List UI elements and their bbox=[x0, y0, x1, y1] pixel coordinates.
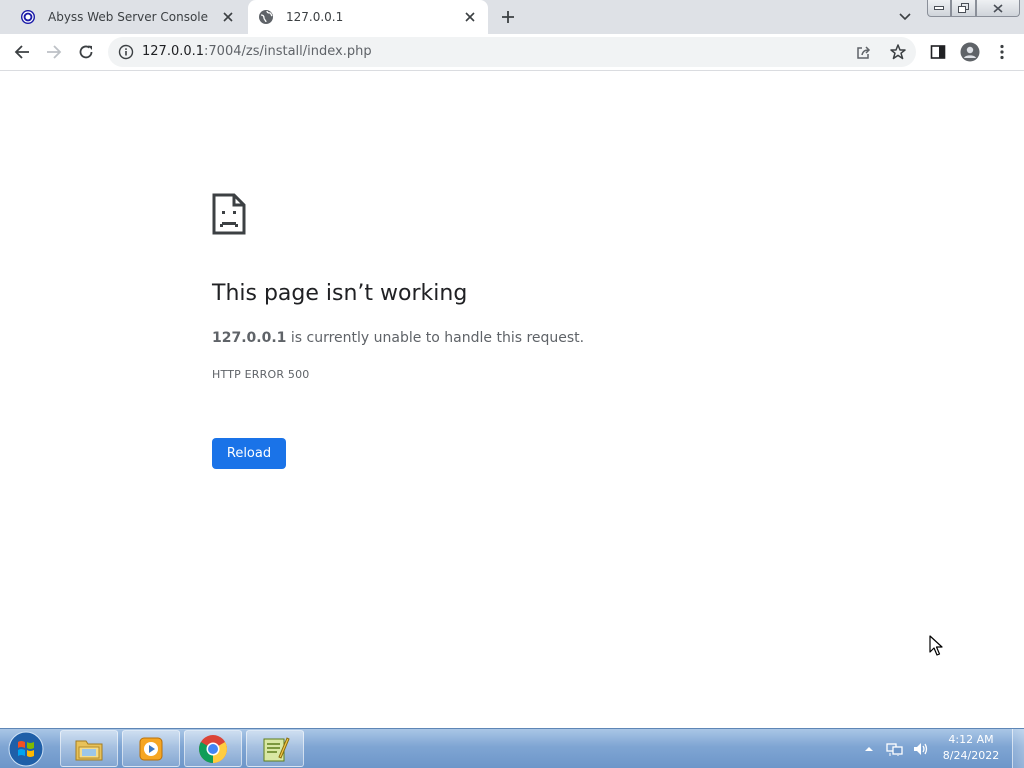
minimize-button[interactable] bbox=[927, 0, 951, 17]
taskbar-file-explorer[interactable] bbox=[60, 730, 118, 767]
kebab-menu-icon bbox=[1000, 44, 1004, 60]
tab-search-button[interactable] bbox=[895, 8, 915, 26]
new-tab-button[interactable] bbox=[498, 7, 518, 27]
side-panel-icon bbox=[930, 45, 946, 59]
error-description: 127.0.0.1 is currently unable to handle … bbox=[212, 330, 584, 346]
forward-arrow-icon bbox=[47, 45, 62, 59]
taskbar-notepad-plus-plus[interactable] bbox=[246, 730, 304, 767]
taskbar: 4:12 AM 8/24/2022 bbox=[0, 728, 1024, 768]
error-title: This page isn’t working bbox=[212, 281, 468, 306]
back-arrow-icon bbox=[14, 45, 29, 59]
close-window-button[interactable] bbox=[976, 0, 1020, 17]
start-button[interactable] bbox=[6, 730, 46, 768]
clock-time: 4:12 AM bbox=[948, 733, 994, 746]
system-tray bbox=[864, 735, 930, 763]
media-player-icon bbox=[139, 737, 163, 760]
windows-logo-icon bbox=[8, 731, 44, 767]
error-code: HTTP ERROR 500 bbox=[212, 368, 310, 381]
page-content: This page isn’t working 127.0.0.1 is cur… bbox=[0, 71, 1024, 728]
globe-icon bbox=[258, 9, 274, 25]
restore-button[interactable] bbox=[951, 0, 976, 17]
share-icon[interactable] bbox=[856, 44, 872, 64]
clock-date: 8/24/2022 bbox=[942, 749, 1000, 762]
back-button[interactable] bbox=[8, 38, 36, 66]
file-explorer-icon bbox=[75, 740, 103, 760]
notepad-plus-plus-icon bbox=[263, 736, 290, 761]
profile-button[interactable] bbox=[956, 38, 984, 66]
network-icon[interactable] bbox=[886, 741, 904, 757]
error-message: is currently unable to handle this reque… bbox=[290, 330, 585, 346]
tab-title: 127.0.0.1 bbox=[286, 10, 344, 24]
taskbar-media-player[interactable] bbox=[122, 730, 180, 767]
error-host: 127.0.0.1 bbox=[212, 330, 287, 346]
url-path: :7004/zs/install/index.php bbox=[204, 44, 372, 59]
reload-toolbar-button[interactable] bbox=[72, 38, 100, 66]
profile-avatar-icon bbox=[960, 42, 980, 62]
side-panel-button[interactable] bbox=[924, 38, 952, 66]
close-tab-icon[interactable] bbox=[220, 9, 236, 25]
volume-icon[interactable] bbox=[912, 741, 930, 757]
bookmark-star-icon[interactable] bbox=[889, 43, 907, 65]
address-bar[interactable]: 127.0.0.1:7004/zs/install/index.php bbox=[108, 37, 916, 67]
close-tab-icon[interactable] bbox=[462, 9, 478, 25]
tab-localhost[interactable]: 127.0.0.1 bbox=[248, 0, 488, 34]
broken-page-icon bbox=[212, 193, 246, 239]
refresh-icon bbox=[79, 45, 93, 59]
abyss-icon bbox=[20, 9, 36, 25]
show-hidden-icons-icon[interactable] bbox=[864, 745, 874, 753]
browser-toolbar: 127.0.0.1:7004/zs/install/index.php bbox=[0, 34, 1024, 71]
taskbar-clock[interactable]: 4:12 AM 8/24/2022 bbox=[936, 732, 1006, 764]
taskbar-chrome[interactable] bbox=[184, 730, 242, 767]
chrome-icon bbox=[199, 734, 227, 763]
reload-button[interactable]: Reload bbox=[212, 438, 286, 469]
info-icon[interactable] bbox=[118, 44, 134, 60]
mouse-cursor-icon bbox=[929, 635, 943, 661]
url-text[interactable]: 127.0.0.1:7004/zs/install/index.php bbox=[142, 37, 372, 67]
show-desktop-button[interactable] bbox=[1012, 729, 1024, 768]
url-host: 127.0.0.1 bbox=[142, 44, 205, 59]
forward-button[interactable] bbox=[40, 38, 68, 66]
tab-title: Abyss Web Server Console bbox=[48, 10, 209, 24]
tab-strip: Abyss Web Server Console 127.0.0.1 bbox=[0, 0, 1024, 34]
menu-button[interactable] bbox=[988, 38, 1016, 66]
tab-abyss-console[interactable]: Abyss Web Server Console bbox=[10, 0, 246, 34]
